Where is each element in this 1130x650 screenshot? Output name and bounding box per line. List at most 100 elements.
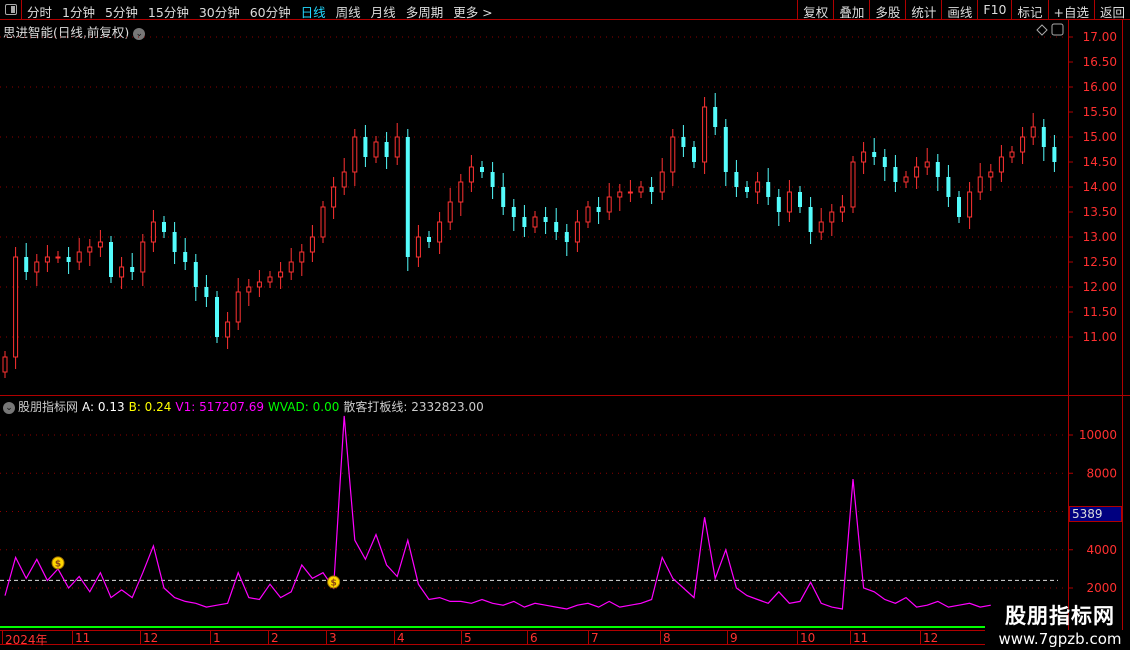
money-bag-icon: $ [327,575,341,589]
price-tick-label: 11.50 [1083,305,1117,319]
side-panel-tabs[interactable] [1122,20,1130,630]
date-label: 2 [268,631,279,645]
indicator-value: A: 0.13 [82,400,125,414]
price-tick-label: 15.50 [1083,105,1117,119]
candle [627,180,633,202]
candle [1052,135,1057,172]
candle [1009,146,1015,163]
candle [829,204,835,236]
candle [87,239,93,266]
indicator-name[interactable]: 股朋指标网 [18,400,78,414]
candle [893,155,898,192]
candle [585,201,591,228]
candle [808,197,813,244]
candle [977,163,983,200]
date-axis: 2024年 11 12 1 2 3 4 5 6 7 8 9 10 11 12 [0,630,985,647]
candle [617,184,623,211]
price-tick-label: 16.50 [1083,55,1117,69]
date-label: 10 [797,631,815,645]
indicator-tick-label: 4000 [1086,543,1117,557]
date-label: 11 [850,631,868,645]
candle [150,210,156,252]
candle [55,251,61,263]
date-label: 11 [72,631,90,645]
candle [320,201,326,243]
indicator-value: V1: 517207.69 [175,400,264,414]
candle [1030,113,1036,145]
candle [299,244,305,276]
candle [606,183,612,220]
date-label: 8 [660,631,671,645]
diamond-icon[interactable] [1036,24,1048,36]
candle [97,230,103,257]
candle [427,231,431,248]
candle [162,216,166,238]
candle [882,149,887,181]
candle [935,154,940,191]
date-label: 9 [727,631,738,645]
date-label: 4 [394,631,405,645]
candle [235,278,241,330]
indicator-tick-label: 2000 [1086,581,1117,595]
candle [946,165,951,207]
candle [204,275,209,307]
candle [490,162,495,199]
candle [480,161,484,178]
candle [745,181,749,198]
candle [543,207,548,234]
candle [776,189,781,226]
candle [458,174,464,216]
date-label: 3 [326,631,337,645]
candle [1020,127,1026,164]
chevron-down-icon[interactable]: ⌄ [3,401,15,414]
date-label: 7 [588,631,599,645]
candle [914,157,920,189]
indicator-tick-label: 10000 [1079,428,1117,442]
candle [44,245,50,272]
candle [574,210,580,252]
candle [861,142,867,174]
price-tick-label: 14.00 [1083,180,1117,194]
candle [34,254,40,286]
candle [501,173,506,215]
candle [723,119,728,186]
candle [172,222,177,264]
candle [522,205,527,237]
candle [596,197,601,224]
candle [692,141,696,168]
candle [183,238,188,270]
date-label: 5 [461,631,472,645]
candle [532,211,538,233]
panel-toggle-icon[interactable] [1051,23,1064,36]
candle [924,148,930,175]
price-tick-label: 13.50 [1083,205,1117,219]
candle [140,234,146,286]
money-bag-icon: $ [51,556,65,570]
candle [66,247,71,274]
candle [850,156,856,213]
kline-chart[interactable]: 17.00 16.50 16.00 15.50 15.00 14.50 14.00 13.50… [0,0,1130,650]
candle [278,262,284,289]
candle [246,279,252,306]
indicator-tick-label: 8000 [1086,466,1117,480]
current-value-label: 5389 [1069,506,1122,522]
date-label: 2024年 [2,631,48,647]
candle [511,199,516,231]
candle [872,138,877,165]
date-label: 12 [920,631,938,645]
candle [405,129,410,271]
candle [554,208,559,240]
price-tick-label: 12.00 [1083,280,1117,294]
price-tick-label: 15.00 [1083,130,1117,144]
price-tick-label: 11.00 [1083,330,1117,344]
candle [670,129,676,186]
date-label: 12 [140,631,158,645]
candle [967,182,973,229]
candle [988,164,994,191]
candle [130,253,135,280]
candle [415,225,421,267]
indicator-value: WVAD: 0.00 [268,400,340,414]
candle [839,195,845,222]
candle [1041,119,1046,161]
candle [384,132,389,169]
